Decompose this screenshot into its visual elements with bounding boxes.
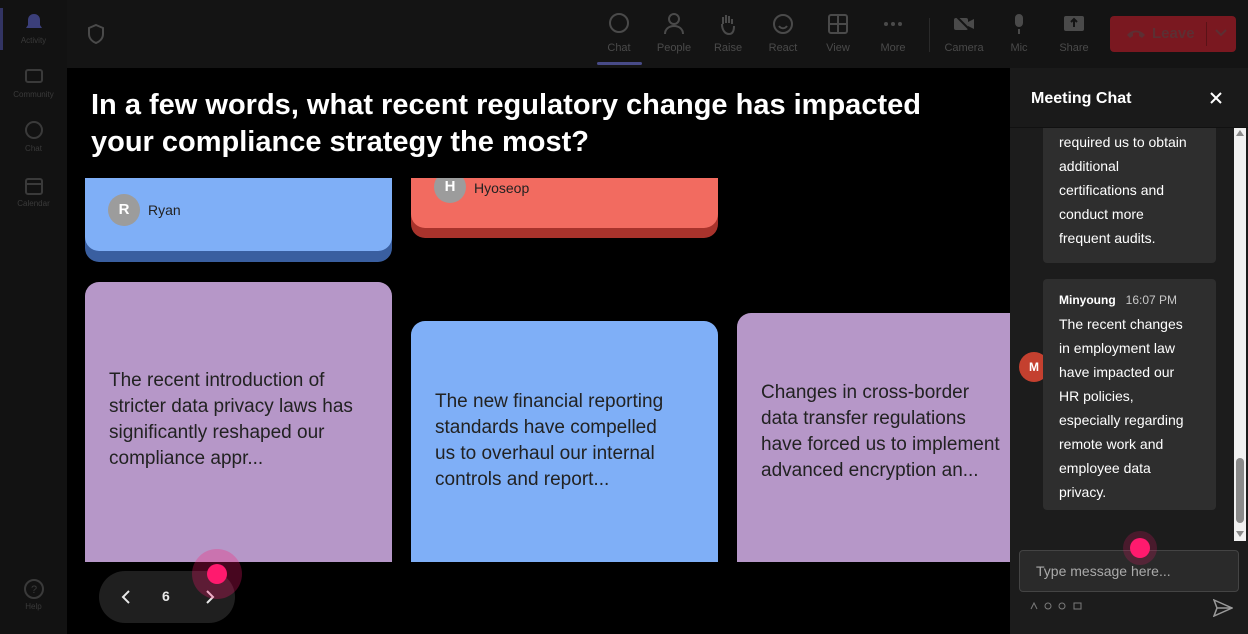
rail-item-chat[interactable]: Chat (0, 120, 67, 153)
rail-item-community[interactable]: Community (0, 66, 67, 99)
chat-message: required us to obtain additional certifi… (1043, 128, 1216, 263)
toolbar-label: Mic (1010, 42, 1028, 54)
toolbar-react-button[interactable]: React (758, 8, 808, 64)
close-icon[interactable] (1209, 91, 1223, 105)
chat-messages[interactable]: required us to obtain additional certifi… (1010, 128, 1248, 541)
rail-item-calendar[interactable]: Calendar (0, 175, 67, 208)
rail-label: Calendar (17, 199, 50, 208)
chat-icon (24, 121, 43, 139)
card-text: The recent introduction of stricter data… (109, 370, 353, 469)
toolbar-chat-button[interactable]: Chat (594, 8, 644, 64)
meeting-window: Activity Community Chat Calendar ? Help … (0, 0, 1248, 634)
svg-text:?: ? (30, 584, 36, 596)
rail-label: Help (25, 602, 42, 611)
chat-message: Minyoung 16:07 PM The recent changes in e… (1043, 279, 1216, 510)
message-header: Minyoung 16:07 PM (1059, 288, 1200, 312)
calendar-icon (24, 178, 43, 195)
pointer-dot (207, 564, 227, 584)
rail-item-activity[interactable]: Activity (0, 12, 67, 45)
toolbar-label: Chat (607, 42, 631, 54)
formatting-icons[interactable] (1030, 601, 1086, 611)
scroll-down-arrow-icon[interactable] (1236, 531, 1244, 537)
person-icon (664, 13, 684, 35)
toolbar-label: View (826, 42, 850, 54)
toolbar-more-button[interactable]: More (868, 8, 918, 64)
card-text: Changes in cross-border data transfer re… (761, 382, 1000, 481)
card-face: R Ryan (85, 178, 392, 251)
question-title: In a few words, what recent regulatory c… (91, 89, 921, 158)
message-body: required us to obtain additional certifi… (1059, 134, 1187, 246)
raise-hand-icon (721, 15, 735, 36)
response-card[interactable]: Changes in cross-border data transfer re… (737, 313, 1010, 562)
smiley-icon (773, 14, 793, 34)
presentation-stage: In a few words, what recent regulatory c… (67, 68, 1010, 634)
shield-icon[interactable] (87, 24, 105, 44)
app-rail: Activity Community Chat Calendar ? Help (0, 0, 67, 634)
toolbar-divider (929, 18, 930, 52)
toolbar-raise-button[interactable]: Raise (703, 8, 753, 64)
bell-icon (25, 14, 42, 28)
toolbar-people-button[interactable]: People (649, 8, 699, 64)
toolbar-label: React (768, 42, 798, 54)
message-body: The recent changes in employment law hav… (1059, 316, 1184, 500)
rail-label: Chat (25, 144, 42, 153)
toolbar-label: Share (1059, 42, 1089, 54)
toolbar-label: Raise (713, 42, 743, 54)
microphone-icon (1015, 14, 1023, 34)
toolbar-label: More (880, 42, 906, 54)
toolbar-share-button[interactable]: Share (1049, 8, 1099, 64)
hang-up-icon (1127, 30, 1145, 38)
chat-title: Meeting Chat (1031, 90, 1132, 107)
chevron-left-icon[interactable] (119, 589, 133, 605)
toolbar-label: Camera (944, 42, 984, 54)
active-tab-indicator (597, 62, 642, 65)
community-icon (24, 69, 43, 83)
card-face: H Hyoseop (411, 178, 718, 228)
rail-label: Activity (20, 36, 47, 45)
toolbar-label: People (656, 42, 692, 54)
response-card[interactable]: The recent introduction of stricter data… (85, 282, 392, 562)
grid-view-icon (828, 14, 848, 34)
rail-label: Community (13, 90, 54, 99)
card-author: Hyoseop (474, 180, 530, 196)
card-text: The new financial reporting standards ha… (435, 391, 664, 490)
scroll-up-arrow-icon[interactable] (1236, 130, 1244, 136)
meeting-chat-panel: Meeting Chat required us to obtain addit… (1010, 68, 1248, 634)
avatar: H (434, 178, 466, 203)
leave-divider (1206, 22, 1207, 46)
rail-item-help[interactable]: ? Help (0, 578, 67, 611)
help-icon: ? (23, 579, 44, 599)
share-screen-icon (1064, 16, 1084, 31)
send-icon[interactable] (1213, 599, 1233, 617)
message-time: 16:07 PM (1125, 293, 1178, 307)
response-card[interactable]: R Ryan (85, 178, 392, 262)
chat-scrollbar[interactable] (1234, 128, 1246, 541)
response-card[interactable]: H Hyoseop (411, 178, 718, 238)
response-card[interactable]: The new financial reporting standards ha… (411, 321, 718, 562)
scrollbar-thumb[interactable] (1236, 458, 1244, 523)
avatar: R (108, 194, 140, 226)
card-author: Ryan (148, 202, 181, 218)
camera-off-icon (954, 14, 974, 34)
chat-bubble-icon (609, 13, 629, 33)
toolbar-view-button[interactable]: View (813, 8, 863, 64)
message-author: Minyoung (1059, 293, 1116, 307)
toolbar-camera-button[interactable]: Camera (939, 8, 989, 64)
chat-header: Meeting Chat (1010, 68, 1248, 128)
chevron-down-icon[interactable] (1214, 25, 1228, 39)
leave-label: Leave (1152, 25, 1195, 42)
toolbar-mic-button[interactable]: Mic (994, 8, 1044, 64)
leave-button[interactable]: Leave (1110, 16, 1236, 52)
pointer-dot (1130, 538, 1150, 558)
page-number: 6 (162, 588, 170, 604)
compose-toolbar (1030, 601, 1086, 613)
meeting-toolbar: Chat People Raise React View More Camera (67, 0, 1248, 68)
more-dots-icon (884, 22, 902, 26)
